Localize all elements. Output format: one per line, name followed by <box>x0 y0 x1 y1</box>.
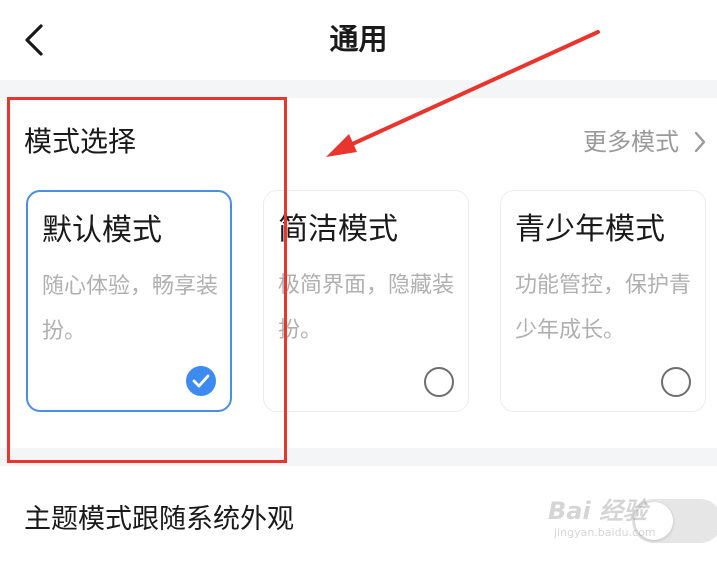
navigation-bar: 通用 <box>0 0 717 80</box>
mode-card-title: 默认模式 <box>42 213 162 248</box>
toggle-knob <box>635 502 673 540</box>
section-divider <box>0 80 717 98</box>
page-title: 通用 <box>329 22 388 56</box>
more-modes-link[interactable]: 更多模式 <box>583 124 707 160</box>
mode-card-simple[interactable]: 简洁模式 极简界面，隐藏装扮。 <box>263 190 469 412</box>
mode-card-title: 青少年模式 <box>515 212 665 247</box>
section-divider <box>0 448 717 466</box>
unselected-radio[interactable] <box>661 367 691 397</box>
mode-card-teen[interactable]: 青少年模式 功能管控，保护青少年成长。 <box>500 190 706 412</box>
theme-follow-label: 主题模式跟随系统外观 <box>24 504 294 535</box>
selected-radio[interactable] <box>186 366 216 396</box>
mode-selection-section: 模式选择 更多模式 默认模式 随心体验，畅享装扮。 简洁模式 极简界面，隐藏装扮… <box>0 98 717 448</box>
mode-card-default[interactable]: 默认模式 随心体验，畅享装扮。 <box>26 190 232 412</box>
mode-card-description: 功能管控，保护青少年成长。 <box>515 273 692 343</box>
theme-follow-toggle[interactable] <box>632 499 717 543</box>
mode-card-description: 极简界面，隐藏装扮。 <box>278 273 455 343</box>
theme-follow-system-row: 主题模式跟随系统外观 <box>0 466 717 563</box>
checkmark-icon <box>192 374 210 388</box>
mode-card-description: 随心体验，畅享装扮。 <box>42 274 219 344</box>
section-title: 模式选择 <box>24 125 137 158</box>
more-modes-label: 更多模式 <box>583 128 679 156</box>
unselected-radio[interactable] <box>424 367 454 397</box>
chevron-right-icon <box>693 130 707 154</box>
mode-card-title: 简洁模式 <box>278 212 398 247</box>
